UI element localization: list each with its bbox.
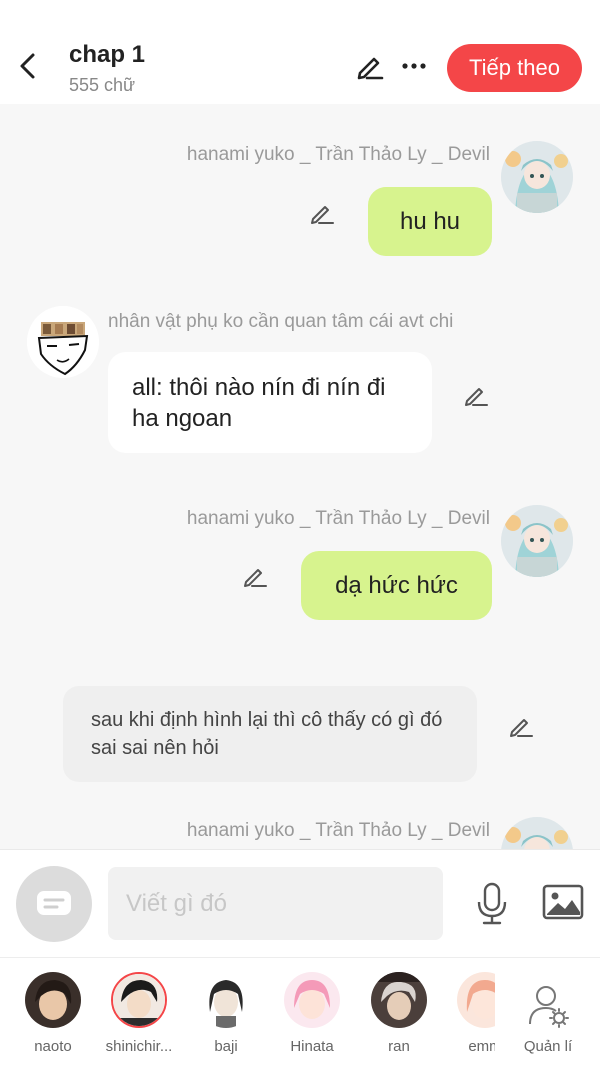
more-dots-icon [402, 63, 426, 69]
chat-area[interactable]: hanami yuko _ Trần Thảo Ly _ Devil hu hu… [0, 104, 600, 849]
message-sender: hanami yuko _ Trần Thảo Ly _ Devil [186, 144, 490, 165]
image-button[interactable] [540, 881, 586, 923]
character-avatar-icon [284, 972, 340, 1028]
character-name: shinichir... [105, 1038, 173, 1055]
top-bar: chap 1 555 chữ Tiếp theo [0, 0, 600, 104]
narration-block[interactable]: sau khi định hình lại thì cô thấy có gì … [63, 686, 477, 782]
anime-girl-avatar-icon [501, 817, 573, 849]
pencil-icon [510, 719, 533, 737]
character-item[interactable]: naoto [13, 958, 93, 1067]
message-input[interactable] [108, 867, 443, 940]
chevron-left-icon [20, 53, 35, 79]
character-avatar-icon [198, 972, 254, 1028]
avatar [111, 972, 167, 1028]
character-bar: naoto shinichir... baji Hinata ran emm [0, 957, 600, 1067]
anime-girl-avatar-icon [501, 505, 573, 577]
microphone-button[interactable] [472, 880, 512, 928]
character-item[interactable]: ran [359, 958, 439, 1067]
avatar [198, 972, 254, 1028]
message-bubble[interactable]: all: thôi nào nín đi nín đi ha ngoan [108, 352, 432, 453]
avatar[interactable] [501, 141, 573, 213]
avatar[interactable] [501, 817, 573, 849]
manage-characters-button[interactable]: Quản lí [508, 958, 588, 1067]
manage-label: Quản lí [523, 1038, 573, 1055]
pencil-icon [244, 569, 267, 587]
character-item[interactable]: emm [445, 958, 495, 1067]
character-avatar-icon [371, 972, 427, 1028]
avatar[interactable] [501, 505, 573, 577]
message-bubble[interactable]: hu hu [368, 187, 492, 256]
character-name: emm [468, 1038, 495, 1055]
microphone-icon [477, 882, 507, 925]
edit-message-button[interactable] [307, 198, 337, 228]
chapter-title: chap 1 [69, 41, 146, 68]
avatar [371, 972, 427, 1028]
character-avatar-icon [113, 974, 165, 1026]
next-chapter-button[interactable]: Tiếp theo [447, 44, 582, 92]
more-button[interactable] [397, 48, 431, 84]
character-name: ran [388, 1038, 410, 1055]
user-settings-icon [526, 984, 570, 1028]
pencil-icon [311, 206, 334, 224]
anime-girl-avatar-icon [501, 141, 573, 213]
avatar [25, 972, 81, 1028]
message-sender: hanami yuko _ Trần Thảo Ly _ Devil [186, 820, 490, 841]
avatar [457, 972, 495, 1028]
avatar[interactable] [27, 306, 99, 378]
sketch-character-avatar-icon [27, 306, 99, 378]
character-name: Hinata [290, 1038, 334, 1055]
message-sender: hanami yuko _ Trần Thảo Ly _ Devil [186, 508, 490, 529]
message-sender: nhân vật phụ ko cần quan tâm cái avt chi [108, 311, 454, 332]
edit-message-button[interactable] [240, 561, 270, 591]
character-item[interactable]: Hinata [272, 958, 352, 1067]
character-name: naoto [34, 1038, 72, 1055]
pencil-icon [465, 388, 488, 406]
edit-message-button[interactable] [506, 711, 536, 741]
back-button[interactable] [10, 44, 46, 88]
pencil-icon [357, 57, 384, 80]
character-item[interactable]: baji [186, 958, 266, 1067]
character-avatar-icon [457, 972, 495, 1028]
chat-bubble-icon [37, 891, 71, 915]
avatar [284, 972, 340, 1028]
edit-message-button[interactable] [461, 380, 491, 410]
compose-bar [0, 849, 600, 957]
message-bubble[interactable]: dạ hức hức [301, 551, 492, 620]
edit-button[interactable] [352, 48, 388, 84]
character-avatar-icon [25, 972, 81, 1028]
word-count: 555 chữ [69, 75, 136, 95]
character-item[interactable]: shinichir... [99, 958, 179, 1067]
narration-mode-button[interactable] [16, 866, 92, 942]
image-icon [542, 884, 584, 920]
character-name: baji [214, 1038, 238, 1055]
